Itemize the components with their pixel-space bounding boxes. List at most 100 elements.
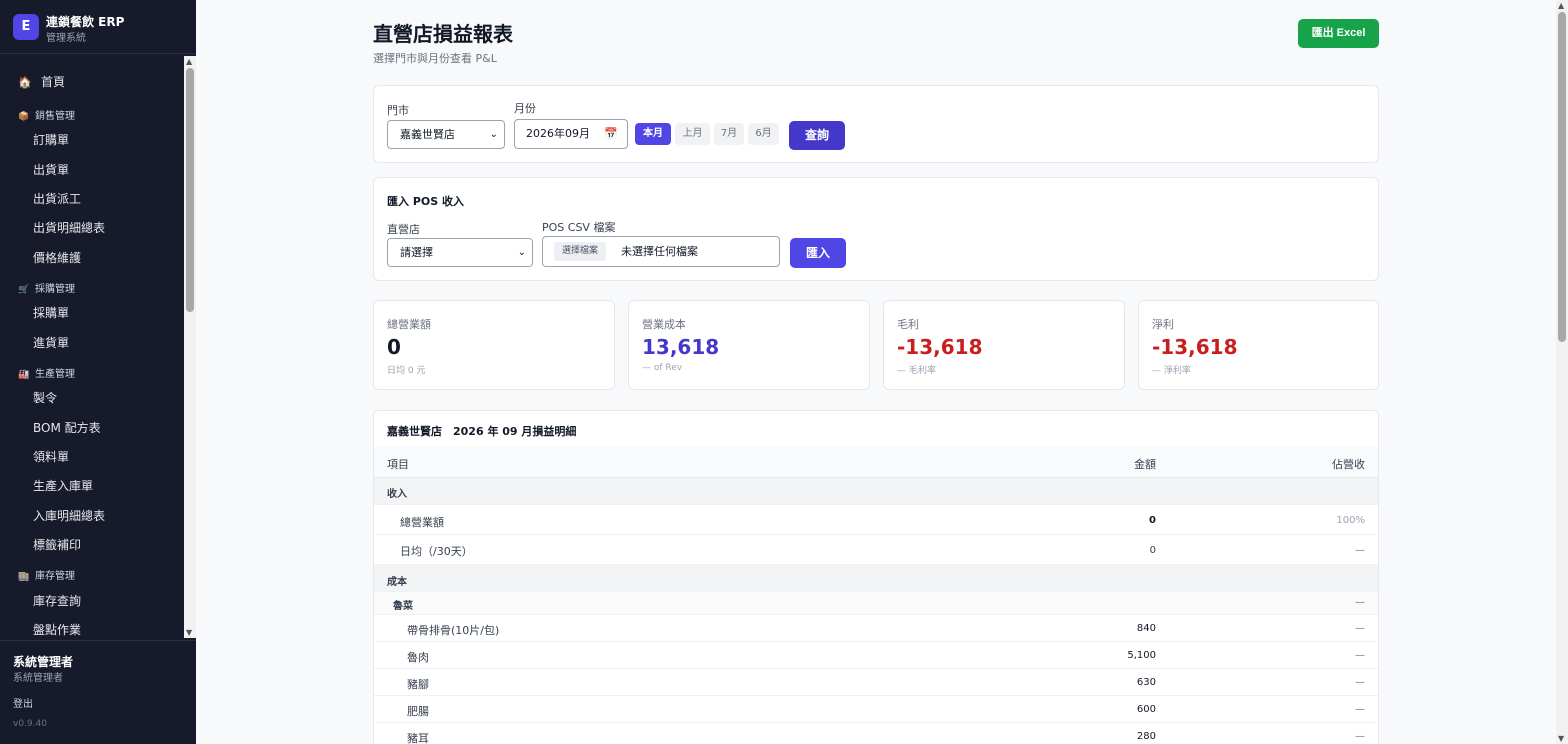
calendar-icon[interactable]: 📅 <box>604 120 618 148</box>
chevron-down-icon: ⌄ <box>517 247 526 258</box>
row-name: 肥腸 <box>407 705 429 718</box>
page-scrollbar[interactable]: ▲ ▼ <box>1556 0 1568 744</box>
kpi-note: 日均 0 元 <box>387 366 426 376</box>
chip-last-month[interactable]: 上月 <box>675 123 710 145</box>
row-ratio: — <box>1355 704 1365 715</box>
row-ratio: — <box>1355 650 1365 661</box>
chip-july[interactable]: 7月 <box>714 123 744 145</box>
kpi-value: -13,618 <box>897 335 983 359</box>
sidebar-item-label-reprint[interactable]: 標籤補印 <box>33 536 81 553</box>
kpi-label: 總營業額 <box>387 318 431 331</box>
cost-group-row: 魯菜 — <box>374 592 1378 615</box>
sidebar-item-pricing[interactable]: 價格維護 <box>33 249 81 266</box>
sidebar-item-work-order[interactable]: 製令 <box>33 389 57 406</box>
row-name: 魯肉 <box>407 651 429 664</box>
scroll-down-icon[interactable]: ▼ <box>186 628 192 637</box>
nav-group-label: 庫存管理 <box>35 571 75 582</box>
row-name: 豬耳 <box>407 732 429 744</box>
kpi-label: 淨利 <box>1152 318 1174 331</box>
kpi-card-revenue: 總營業額 0 日均 0 元 <box>373 300 615 390</box>
sidebar-item-production-receipt[interactable]: 生產入庫單 <box>33 477 93 494</box>
user-panel: 系統管理者 系統管理者 登出 v0.9.40 <box>0 640 196 744</box>
section-row-cost: 成本 <box>374 565 1378 592</box>
col-header-amount: 金額 <box>1134 458 1156 471</box>
row-amount: 840 <box>1136 623 1156 634</box>
table-row: 豬腳 630 — <box>374 669 1378 696</box>
sidebar-scrollbar[interactable]: ▲ ▼ <box>184 56 196 638</box>
sidebar-item-receiving[interactable]: 進貨單 <box>33 334 69 351</box>
filter-card: 門市 嘉義世賢店 ⌄ 月份 2026年09月 📅 本月 上月 7月 6月 查詢 <box>373 85 1379 163</box>
pos-store-select[interactable]: 請選擇 ⌄ <box>387 238 533 267</box>
month-input[interactable]: 2026年09月 📅 <box>514 119 628 149</box>
section-row-revenue: 收入 <box>374 478 1378 505</box>
chip-june[interactable]: 6月 <box>748 123 779 145</box>
sidebar-item-home[interactable]: 🏠 首頁 <box>18 73 184 90</box>
pos-import-card: 匯入 POS 收入 直營店 請選擇 ⌄ POS CSV 檔案 選擇檔案 未選擇任何… <box>373 177 1379 281</box>
row-name: 帶骨排骨(10片/包) <box>407 624 500 637</box>
warehouse-icon: 🏬 <box>18 572 30 582</box>
scroll-up-icon[interactable]: ▲ <box>186 57 192 66</box>
factory-icon: 🏭 <box>18 370 30 380</box>
group-label: 魯菜 <box>393 601 413 612</box>
sidebar-item-stock-query[interactable]: 庫存查詢 <box>33 592 81 609</box>
sidebar-item-material-requisition[interactable]: 領料單 <box>33 448 69 465</box>
row-name: 豬腳 <box>407 678 429 691</box>
nav-group-label: 銷售管理 <box>35 111 75 122</box>
chip-this-month[interactable]: 本月 <box>635 123 671 145</box>
scrollbar-thumb[interactable] <box>1558 12 1566 342</box>
import-button[interactable]: 匯入 <box>790 238 846 268</box>
logout-link[interactable]: 登出 <box>13 695 33 710</box>
table-row: 日均（/30天） 0 — <box>374 535 1378 565</box>
nav-group-inventory: 🏬 庫存管理 <box>18 567 75 582</box>
sidebar-item-purchase-order[interactable]: 訂購單 <box>33 131 69 148</box>
scrollbar-thumb[interactable] <box>186 68 194 312</box>
pos-import-title: 匯入 POS 收入 <box>387 195 464 208</box>
row-amount: 280 <box>1136 731 1156 742</box>
sidebar-item-stocktake[interactable]: 盤點作業 <box>33 621 81 638</box>
sidebar-item-shipment[interactable]: 出貨單 <box>33 161 69 178</box>
chevron-down-icon: ⌄ <box>489 129 498 140</box>
user-name: 系統管理者 <box>13 655 74 669</box>
nav-group-label: 採購管理 <box>35 284 75 295</box>
col-header-item: 項目 <box>387 458 409 471</box>
choose-file-button[interactable]: 選擇檔案 <box>554 242 607 261</box>
brand-name: 連鎖餐飲 ERP <box>46 15 125 29</box>
sidebar-item-receipt-summary[interactable]: 入庫明細總表 <box>33 507 105 524</box>
sidebar-item-bom[interactable]: BOM 配方表 <box>33 419 101 436</box>
nav-group-purchasing: 🛒 採購管理 <box>18 280 75 295</box>
kpi-label: 毛利 <box>897 318 919 331</box>
kpi-card-net-profit: 淨利 -13,618 — 淨利率 <box>1138 300 1379 390</box>
cart-icon: 🛒 <box>18 285 30 295</box>
row-amount: 0 <box>1149 545 1156 556</box>
kpi-value: -13,618 <box>1152 335 1238 359</box>
row-ratio: — <box>1355 597 1365 608</box>
row-ratio: — <box>1355 623 1365 634</box>
query-button[interactable]: 查詢 <box>789 121 845 150</box>
export-excel-button[interactable]: 匯出 Excel <box>1298 19 1379 48</box>
table-row: 總營業額 0 100% <box>374 505 1378 535</box>
kpi-card-gross-profit: 毛利 -13,618 — 毛利率 <box>883 300 1125 390</box>
page-subtitle: 選擇門市與月份查看 P&L <box>373 52 497 65</box>
month-input-value: 2026年09月 <box>526 127 590 140</box>
month-label: 月份 <box>514 102 536 115</box>
scroll-up-icon[interactable]: ▲ <box>1558 1 1564 10</box>
sidebar-item-dispatch[interactable]: 出貨派工 <box>33 190 81 207</box>
sidebar-item-procurement[interactable]: 採購單 <box>33 304 69 321</box>
col-header-ratio: 佔營收 <box>1332 458 1365 471</box>
sidebar-item-shipment-summary[interactable]: 出貨明細總表 <box>33 219 105 236</box>
pos-file-input[interactable]: 選擇檔案 未選擇任何檔案 <box>542 236 780 267</box>
brand-header: E 連鎖餐飲 ERP 管理系統 <box>0 0 196 54</box>
pl-table-title: 嘉義世賢店 2026 年 09 月損益明細 <box>387 425 577 438</box>
home-icon: 🏠 <box>18 76 32 89</box>
package-icon: 📦 <box>18 112 30 122</box>
row-ratio: — <box>1355 731 1365 742</box>
kpi-value: 13,618 <box>642 335 720 359</box>
nav-group-production: 🏭 生產管理 <box>18 365 75 380</box>
store-select[interactable]: 嘉義世賢店 ⌄ <box>387 120 505 149</box>
row-amount: 600 <box>1136 704 1156 715</box>
app-version: v0.9.40 <box>13 719 47 729</box>
scroll-down-icon[interactable]: ▼ <box>1558 734 1564 743</box>
pos-file-label: POS CSV 檔案 <box>542 221 616 234</box>
user-role: 系統管理者 <box>13 673 63 684</box>
row-amount: 630 <box>1136 677 1156 688</box>
